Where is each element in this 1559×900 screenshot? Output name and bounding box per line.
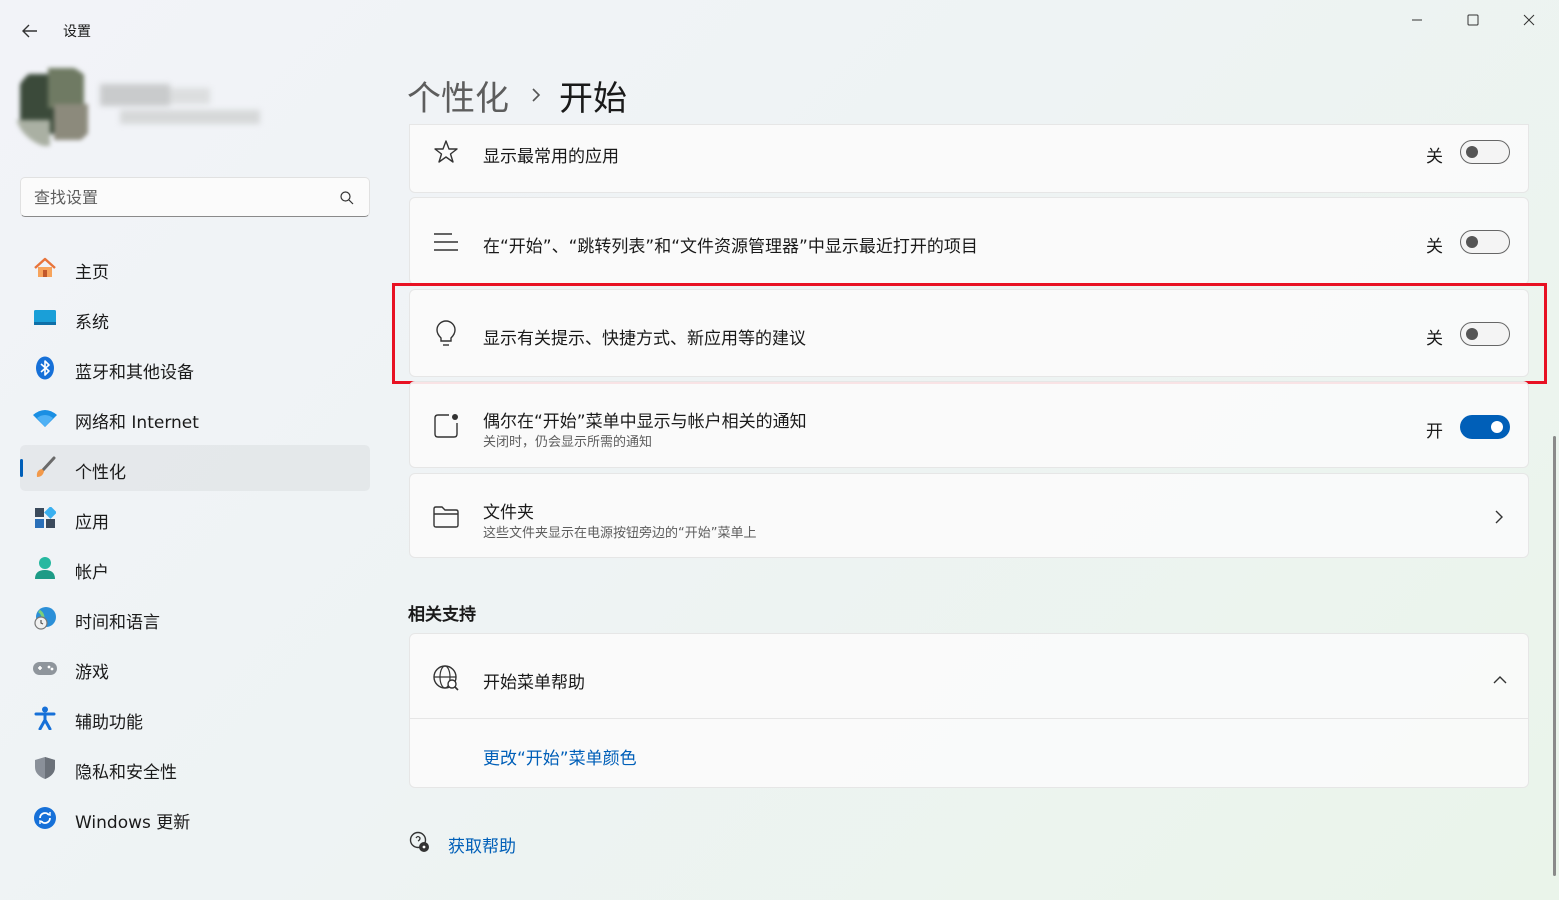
- account-notifications-toggle[interactable]: [1460, 415, 1510, 439]
- sidebar-item-label: 帐户: [75, 563, 109, 583]
- setting-title: 偶尔在“开始”菜单中显示与帐户相关的通知: [483, 412, 807, 432]
- recent-items-toggle[interactable]: [1460, 230, 1510, 254]
- app-title: 设置: [63, 24, 91, 40]
- setting-recent-items: 在“开始”、“跳转列表”和“文件资源管理器”中显示最近打开的项目 关: [409, 197, 1529, 285]
- wifi-icon: [32, 406, 58, 430]
- apps-icon: [32, 506, 58, 530]
- sidebar-item-label: 个性化: [75, 463, 126, 483]
- list-icon: [432, 228, 460, 256]
- maximize-icon: [1467, 14, 1479, 26]
- sidebar-item-accessibility[interactable]: 辅助功能: [20, 695, 370, 741]
- section-title-related-support: 相关支持: [408, 605, 476, 625]
- sidebar-item-system[interactable]: 系统: [20, 295, 370, 341]
- sidebar-item-label: 系统: [75, 313, 109, 333]
- setting-account-notifications: 偶尔在“开始”菜单中显示与帐户相关的通知 关闭时，仍会显示所需的通知 开: [409, 381, 1529, 468]
- help-chat-icon: [408, 831, 430, 853]
- sidebar-item-network[interactable]: 网络和 Internet: [20, 395, 370, 441]
- chevron-up-icon: [1492, 670, 1508, 684]
- user-profile[interactable]: [14, 64, 264, 150]
- minimize-icon: [1412, 19, 1422, 21]
- back-arrow-icon: [22, 24, 37, 38]
- title-bar: 设置: [0, 0, 1559, 60]
- setting-folders[interactable]: 文件夹 这些文件夹显示在电源按钮旁边的“开始”菜单上: [409, 473, 1529, 558]
- setting-subtitle: 这些文件夹显示在电源按钮旁边的“开始”菜单上: [483, 526, 757, 541]
- setting-title: 文件夹: [483, 503, 534, 523]
- sidebar-item-label: 游戏: [75, 663, 109, 683]
- setting-subtitle: 关闭时，仍会显示所需的通知: [483, 435, 653, 450]
- star-icon: [432, 138, 460, 166]
- avatar: [14, 64, 98, 148]
- user-name-redacted: [100, 84, 260, 130]
- page-title: 开始: [559, 78, 627, 119]
- search-icon[interactable]: [339, 190, 355, 206]
- sidebar-item-bluetooth[interactable]: 蓝牙和其他设备: [20, 345, 370, 391]
- breadcrumb-parent[interactable]: 个性化: [407, 71, 509, 120]
- minimize-button[interactable]: [1394, 6, 1440, 34]
- setting-title: 在“开始”、“跳转列表”和“文件资源管理器”中显示最近打开的项目: [483, 237, 978, 257]
- sidebar-item-label: Windows 更新: [75, 813, 191, 833]
- setting-most-used-apps: 显示最常用的应用 关: [409, 124, 1529, 193]
- update-icon: [32, 806, 58, 830]
- folder-icon: [432, 503, 460, 531]
- sidebar-item-time-language[interactable]: 时间和语言: [20, 595, 370, 641]
- sidebar-item-label: 蓝牙和其他设备: [75, 363, 194, 383]
- gamepad-icon: [32, 656, 58, 680]
- sidebar-item-label: 时间和语言: [75, 613, 160, 633]
- search-input[interactable]: [34, 186, 324, 208]
- sidebar-item-label: 隐私和安全性: [75, 763, 177, 783]
- sidebar-item-privacy[interactable]: 隐私和安全性: [20, 745, 370, 791]
- sidebar-item-windows-update[interactable]: Windows 更新: [20, 795, 370, 841]
- chevron-right-icon: [531, 85, 543, 105]
- shield-icon: [32, 756, 58, 780]
- notification-icon: [432, 412, 460, 440]
- time-language-icon: [32, 606, 58, 630]
- sidebar-item-label: 应用: [75, 513, 109, 533]
- sidebar-item-label: 主页: [75, 263, 109, 283]
- accessibility-icon: [32, 706, 58, 730]
- close-button[interactable]: [1506, 6, 1552, 34]
- sidebar-nav: 主页 系统 蓝牙和其他设备 网络和 Internet 个性化 应用 帐户 时间和…: [20, 245, 370, 845]
- toggle-state-label: 关: [1426, 147, 1443, 167]
- sidebar-item-gaming[interactable]: 游戏: [20, 645, 370, 691]
- help-title: 开始菜单帮助: [483, 673, 585, 693]
- related-support-card: 开始菜单帮助 更改“开始”菜单颜色: [409, 633, 1529, 788]
- search-box: [20, 177, 370, 217]
- change-start-color-link[interactable]: 更改“开始”菜单颜色: [483, 744, 637, 769]
- scrollbar[interactable]: [1553, 436, 1556, 876]
- breadcrumb: 个性化 开始: [407, 70, 627, 120]
- sidebar-item-personalization[interactable]: 个性化: [20, 445, 370, 491]
- chevron-right-icon: [1494, 509, 1506, 525]
- setting-title: 显示最常用的应用: [483, 147, 619, 167]
- close-icon: [1523, 14, 1535, 26]
- toggle-state-label: 关: [1426, 237, 1443, 257]
- back-button[interactable]: [14, 18, 46, 44]
- most-used-apps-toggle[interactable]: [1460, 140, 1510, 164]
- divider: [410, 718, 1528, 719]
- maximize-button[interactable]: [1450, 6, 1496, 34]
- sidebar-item-label: 辅助功能: [75, 713, 143, 733]
- sidebar-item-apps[interactable]: 应用: [20, 495, 370, 541]
- sidebar-item-label: 网络和 Internet: [75, 413, 199, 433]
- highlight-box: [392, 283, 1547, 384]
- account-icon: [32, 556, 58, 580]
- home-icon: [32, 256, 58, 280]
- sidebar-item-accounts[interactable]: 帐户: [20, 545, 370, 591]
- start-menu-help-header[interactable]: 开始菜单帮助: [410, 634, 1528, 718]
- toggle-state-label: 开: [1426, 422, 1443, 442]
- get-help-link[interactable]: 获取帮助: [448, 832, 516, 857]
- system-icon: [32, 306, 58, 330]
- bluetooth-icon: [32, 356, 58, 380]
- sidebar-item-home[interactable]: 主页: [20, 245, 370, 291]
- brush-icon: [32, 456, 58, 480]
- globe-help-icon: [432, 664, 460, 692]
